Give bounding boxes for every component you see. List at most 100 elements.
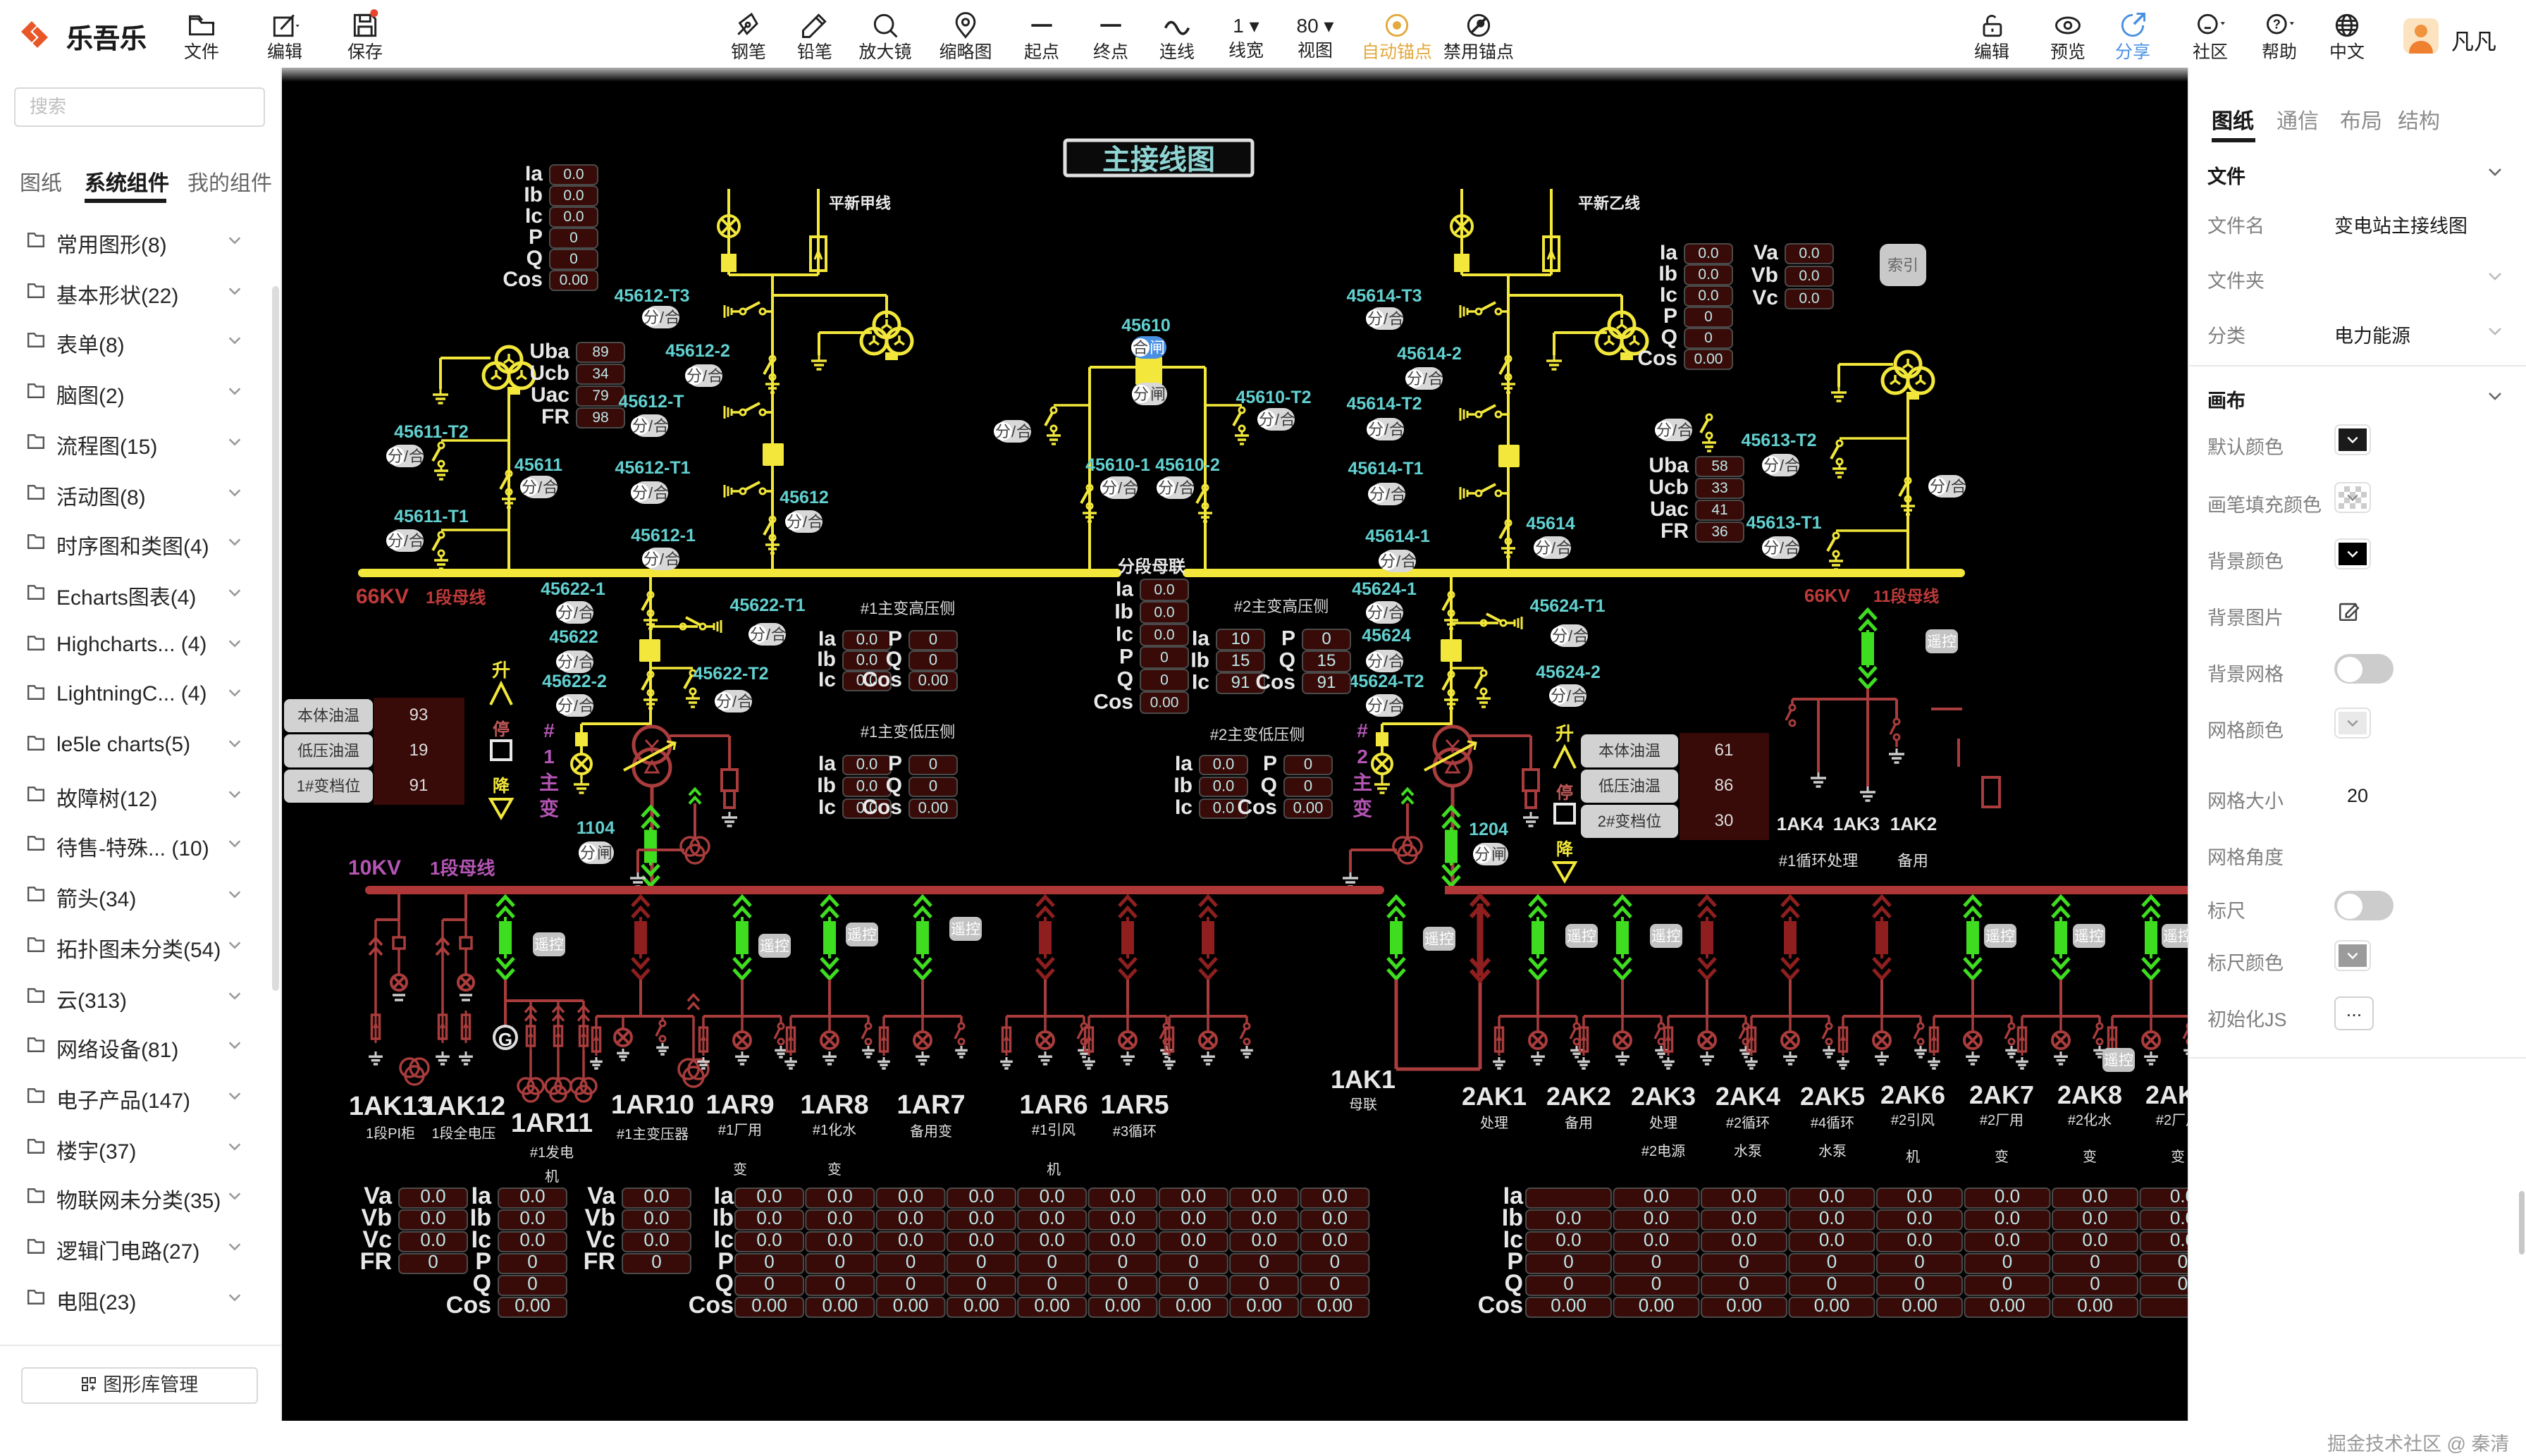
svg-text:分: 分 [1407, 370, 1422, 388]
svg-text:45612-2: 45612-2 [665, 341, 730, 361]
svg-text:#1主变高压侧: #1主变高压侧 [861, 600, 955, 617]
svg-text:分段母联: 分段母联 [1118, 557, 1185, 576]
svg-text:处理: 处理 [1649, 1115, 1677, 1131]
svg-text:闸: 闸 [1491, 846, 1507, 863]
svg-text:0.00: 0.00 [1317, 1295, 1353, 1316]
svg-text:0: 0 [2178, 1251, 2188, 1272]
svg-text:分: 分 [1763, 457, 1779, 474]
svg-text:#2引风: #2引风 [1891, 1112, 1935, 1128]
svg-text:/: / [803, 513, 808, 531]
svg-text:0.0: 0.0 [563, 187, 584, 204]
svg-text:/: / [1384, 653, 1388, 670]
svg-text:合: 合 [653, 484, 669, 502]
svg-text:45622-T1: 45622-T1 [729, 596, 805, 615]
svg-text:遥控: 遥控 [1651, 929, 1681, 945]
svg-text:0.0: 0.0 [1322, 1207, 1348, 1228]
svg-text:合: 合 [1785, 539, 1800, 557]
svg-text:合: 合 [579, 604, 594, 622]
svg-text:0.0: 0.0 [519, 1185, 545, 1207]
svg-text:机: 机 [545, 1168, 559, 1185]
svg-text:0: 0 [1739, 1273, 1749, 1294]
svg-text:0.0: 0.0 [1819, 1207, 1844, 1228]
svg-text:0: 0 [906, 1273, 916, 1294]
svg-text:0.00: 0.00 [1293, 798, 1324, 816]
svg-text:36: 36 [1711, 524, 1727, 540]
svg-text:#2厂用: #2厂用 [1980, 1113, 2023, 1128]
svg-text:0: 0 [1914, 1251, 1924, 1272]
svg-text:0: 0 [1304, 777, 1312, 794]
svg-text:1AR9: 1AR9 [706, 1090, 774, 1120]
svg-text:45624-1: 45624-1 [1352, 579, 1417, 599]
svg-text:低压油温: 低压油温 [297, 742, 359, 760]
svg-text:0: 0 [1047, 1273, 1056, 1294]
svg-text:0.0: 0.0 [1731, 1207, 1756, 1228]
svg-text:2AK6: 2AK6 [1880, 1080, 1945, 1109]
svg-text:0.00: 0.00 [1902, 1295, 1937, 1316]
svg-text:0.0: 0.0 [756, 1185, 782, 1207]
svg-text:0.0: 0.0 [856, 630, 878, 648]
svg-text:1段PI柜: 1段PI柜 [366, 1125, 415, 1142]
svg-text:0.00: 0.00 [822, 1295, 858, 1316]
svg-text:0.0: 0.0 [856, 650, 878, 668]
svg-text:0: 0 [428, 1251, 438, 1272]
svg-text:/: / [732, 693, 737, 710]
svg-text:0: 0 [1160, 672, 1169, 689]
svg-text:遥控: 遥控 [1985, 929, 2015, 945]
svg-text:0: 0 [569, 230, 578, 246]
svg-text:索引: 索引 [1887, 257, 1918, 274]
svg-text:合: 合 [1785, 457, 1800, 474]
svg-text:1AR11: 1AR11 [511, 1109, 593, 1138]
svg-text:#: # [1357, 720, 1368, 741]
svg-text:合: 合 [1016, 423, 1032, 440]
svg-text:0.0: 0.0 [1040, 1207, 1065, 1228]
svg-text:/: / [404, 448, 409, 465]
svg-text:0.0: 0.0 [563, 166, 584, 183]
svg-text:11段母线: 11段母线 [1873, 587, 1939, 605]
svg-text:0: 0 [1118, 1273, 1128, 1294]
svg-text:/: / [1174, 479, 1179, 497]
svg-text:0.0: 0.0 [1799, 245, 1819, 261]
svg-text:0.0: 0.0 [898, 1185, 923, 1207]
svg-text:0.00: 0.00 [918, 798, 949, 816]
svg-text:0.00: 0.00 [1246, 1295, 1282, 1316]
svg-text:0.0: 0.0 [643, 1229, 669, 1250]
svg-text:0: 0 [1304, 755, 1312, 772]
svg-text:Cos: Cos [1255, 671, 1295, 694]
svg-text:0.0: 0.0 [643, 1185, 669, 1207]
svg-text:0.0: 0.0 [827, 1229, 853, 1250]
svg-text:0.0: 0.0 [968, 1229, 994, 1250]
svg-text:分: 分 [1763, 539, 1779, 557]
svg-text:0.00: 0.00 [1105, 1295, 1141, 1316]
svg-text:Ic: Ic [818, 668, 836, 691]
svg-text:P: P [1119, 645, 1133, 668]
svg-text:Q: Q [526, 247, 543, 270]
svg-text:0.0: 0.0 [519, 1207, 545, 1228]
svg-text:降: 降 [493, 776, 510, 796]
svg-text:0.0: 0.0 [1731, 1185, 1756, 1207]
svg-text:变: 变 [2171, 1149, 2185, 1165]
svg-text:58: 58 [1711, 458, 1727, 474]
svg-text:0.00: 0.00 [2077, 1295, 2113, 1316]
svg-text:分: 分 [1367, 697, 1383, 715]
svg-text:分: 分 [1380, 553, 1396, 570]
svg-text:0: 0 [835, 1251, 845, 1272]
svg-text:0.0: 0.0 [968, 1207, 994, 1228]
svg-text:遥控: 遥控 [2163, 929, 2188, 945]
svg-text:0.0: 0.0 [1322, 1185, 1348, 1207]
svg-text:分: 分 [557, 697, 573, 715]
svg-text:分: 分 [388, 448, 403, 465]
svg-text:Ia: Ia [1660, 241, 1677, 264]
svg-text:分: 分 [1930, 478, 1945, 495]
svg-text:#1化水: #1化水 [813, 1122, 856, 1138]
svg-text:闸: 闸 [597, 844, 612, 862]
svg-text:/: / [1386, 486, 1391, 503]
svg-text:合: 合 [1389, 421, 1405, 438]
svg-text:1AR7: 1AR7 [897, 1090, 965, 1120]
svg-text:0.0: 0.0 [1995, 1185, 2020, 1207]
svg-text:1AK3: 1AK3 [1833, 813, 1880, 834]
svg-text:备用: 备用 [1565, 1115, 1593, 1131]
svg-text:0: 0 [1739, 1251, 1749, 1272]
svg-text:0.0: 0.0 [1819, 1185, 1844, 1207]
svg-text:0.0: 0.0 [1213, 777, 1235, 794]
svg-text:0.0: 0.0 [1995, 1207, 2020, 1228]
